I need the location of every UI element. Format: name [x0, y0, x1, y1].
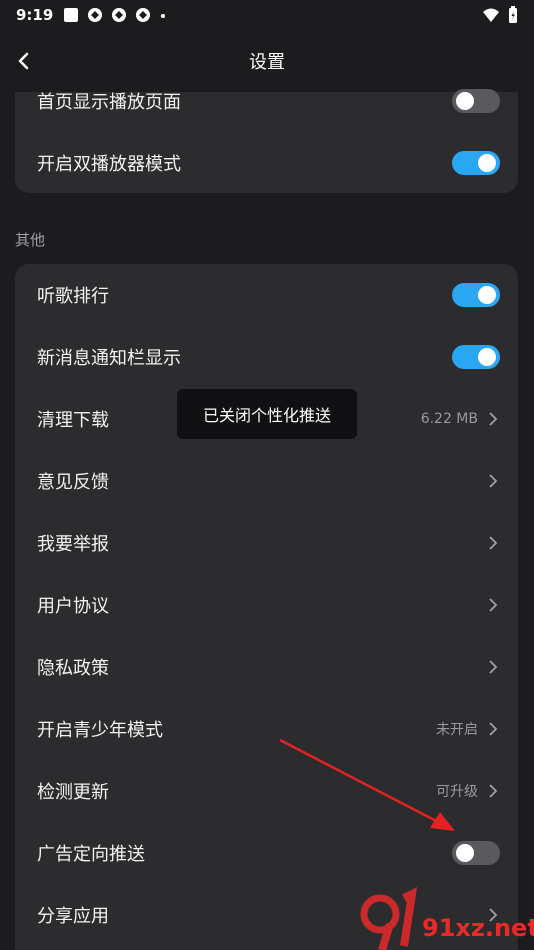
- setting-row-user-agreement[interactable]: 用户协议: [15, 574, 518, 636]
- status-notification-icons: [63, 7, 167, 23]
- watermark-text: 91xz.net: [422, 914, 534, 942]
- section-title-other: 其他: [15, 231, 46, 249]
- setting-label: 首页显示播放页面: [37, 92, 181, 113]
- settings-card-other: 听歌排行 新消息通知栏显示 清理下载 6.22 MB 意见反馈 我要举报 用户协…: [15, 264, 518, 950]
- battery-icon: [509, 6, 517, 23]
- setting-label: 清理下载: [37, 410, 109, 431]
- setting-row-notification-bar[interactable]: 新消息通知栏显示: [15, 326, 518, 388]
- app-notification-icon: [112, 8, 127, 22]
- setting-row-home-player[interactable]: 首页显示播放页面: [15, 70, 518, 132]
- setting-label: 分享应用: [37, 906, 109, 927]
- toggle-knob: [478, 348, 496, 366]
- setting-row-privacy-policy[interactable]: 隐私政策: [15, 636, 518, 698]
- app-notification-icon: [136, 8, 151, 22]
- setting-label: 用户协议: [37, 596, 109, 617]
- setting-row-feedback[interactable]: 意见反馈: [15, 450, 518, 512]
- status-system-icons: [482, 6, 518, 24]
- ad-targeting-toggle[interactable]: [452, 841, 500, 865]
- settings-card-playback: 首页显示播放页面 开启双播放器模式: [15, 89, 518, 194]
- toggle-knob: [478, 154, 496, 172]
- setting-label: 听歌排行: [37, 286, 109, 307]
- chevron-right-icon: [489, 474, 498, 488]
- setting-row-listening-rank[interactable]: 听歌排行: [15, 264, 518, 326]
- chevron-right-icon: [489, 660, 498, 674]
- chevron-right-icon: [489, 598, 498, 612]
- setting-value: 6.22 MB: [420, 411, 478, 427]
- chevron-right-icon: [489, 412, 498, 426]
- chevron-right-icon: [489, 784, 498, 798]
- setting-label: 检测更新: [37, 782, 109, 803]
- setting-label: 开启青少年模式: [37, 720, 163, 741]
- dual-player-toggle[interactable]: [452, 151, 500, 175]
- notification-bar-toggle[interactable]: [452, 345, 500, 369]
- toggle-knob: [478, 286, 496, 304]
- setting-label: 意见反馈: [37, 472, 109, 493]
- notification-square-icon: [64, 8, 79, 22]
- chevron-right-icon: [489, 536, 498, 550]
- more-notifications-dot-icon: [161, 14, 166, 18]
- wifi-icon: [483, 8, 499, 22]
- status-bar: 9:19: [0, 0, 534, 30]
- annotation-arrow-icon: [279, 738, 455, 831]
- home-player-toggle[interactable]: [452, 89, 500, 113]
- watermark: 91xz.net: [356, 884, 534, 950]
- setting-label: 开启双播放器模式: [37, 154, 181, 175]
- setting-label: 我要举报: [37, 534, 109, 555]
- setting-label: 新消息通知栏显示: [37, 348, 181, 369]
- setting-row-report[interactable]: 我要举报: [15, 512, 518, 574]
- setting-label: 广告定向推送: [37, 844, 145, 865]
- toggle-knob: [456, 92, 474, 110]
- toast-message: 已关闭个性化推送: [177, 389, 357, 439]
- listening-rank-toggle[interactable]: [452, 283, 500, 307]
- setting-label: 隐私政策: [37, 658, 109, 679]
- status-time: 9:19: [16, 6, 54, 24]
- toggle-knob: [456, 844, 474, 862]
- chevron-right-icon: [489, 722, 498, 736]
- setting-row-dual-player[interactable]: 开启双播放器模式: [15, 132, 518, 194]
- app-notification-icon: [88, 8, 103, 22]
- watermark-logo-icon: [360, 886, 418, 950]
